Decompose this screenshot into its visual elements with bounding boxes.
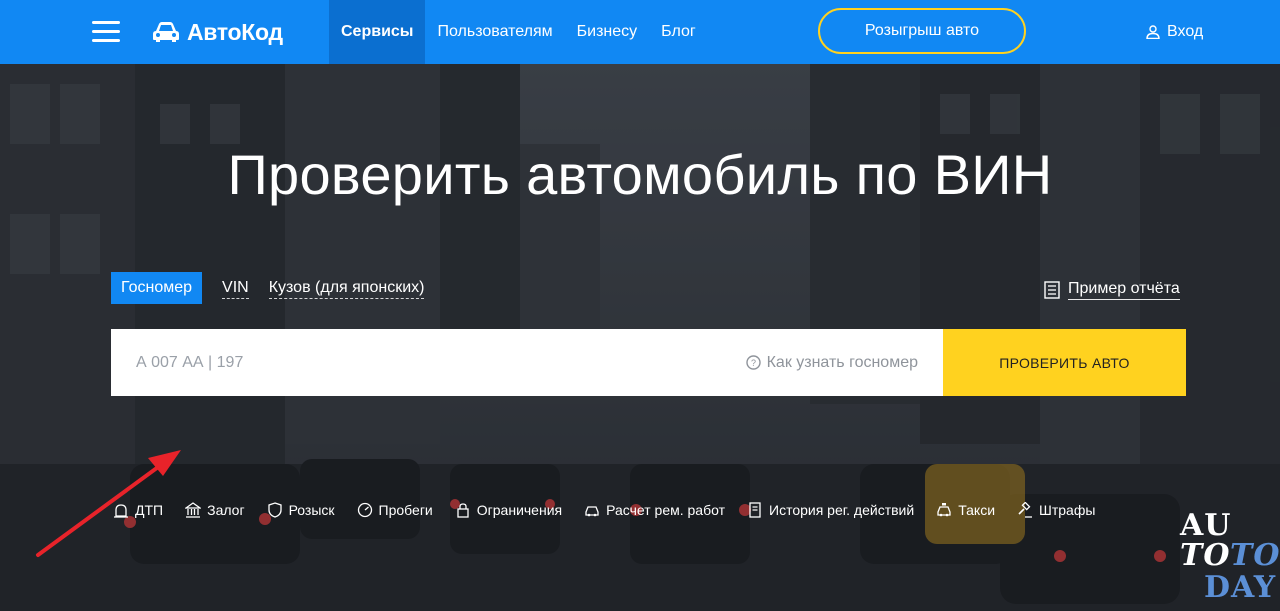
sample-report-label: Пример отчёта bbox=[1068, 279, 1180, 300]
service-label: Штрафы bbox=[1039, 502, 1096, 518]
taxi-icon bbox=[937, 503, 951, 517]
nav-item-blog[interactable]: Блог bbox=[649, 0, 708, 64]
promo-button[interactable]: Розыгрыш авто bbox=[818, 8, 1026, 54]
service-restrictions[interactable]: Ограничения bbox=[455, 502, 562, 518]
service-fines[interactable]: Штрафы bbox=[1017, 502, 1095, 518]
sample-report-link[interactable]: Пример отчёта bbox=[1044, 279, 1180, 300]
service-mileage[interactable]: Пробеги bbox=[357, 502, 433, 518]
car-repair-icon bbox=[585, 506, 599, 517]
service-repair-calc[interactable]: Расчет рем. работ bbox=[584, 502, 725, 518]
service-label: Пробеги bbox=[378, 502, 433, 518]
service-pledge[interactable]: Залог bbox=[185, 502, 245, 518]
service-registration-history[interactable]: История рег. действий bbox=[747, 502, 914, 518]
tab-body-number[interactable]: Кузов (для японских) bbox=[268, 278, 425, 299]
logo[interactable]: АвтоКод bbox=[152, 17, 283, 47]
watermark-line-3: DAY bbox=[1204, 570, 1277, 605]
plate-number-input[interactable] bbox=[136, 353, 746, 372]
watermark-logo: AU TO TO DAY bbox=[1174, 508, 1280, 611]
search-type-tabs: Госномер VIN Кузов (для японских) bbox=[111, 272, 444, 304]
login-label: Вход bbox=[1167, 23, 1204, 40]
nav-item-business[interactable]: Бизнесу bbox=[565, 0, 650, 64]
plate-hint-label: Как узнать госномер bbox=[766, 353, 918, 371]
service-taxi[interactable]: Такси bbox=[936, 502, 995, 518]
menu-icon[interactable] bbox=[92, 21, 120, 43]
shield-icon bbox=[267, 502, 282, 518]
check-car-button[interactable]: ПРОВЕРИТЬ АВТО bbox=[943, 329, 1186, 396]
watermark-line-2b: TO bbox=[1230, 538, 1280, 573]
document-icon bbox=[1044, 280, 1060, 299]
plate-search-form: ? Как узнать госномер ПРОВЕРИТЬ АВТО bbox=[111, 329, 1186, 396]
tab-vin[interactable]: VIN bbox=[222, 278, 249, 299]
top-navbar: АвтоКод Сервисы Пользователям Бизнесу Бл… bbox=[0, 0, 1280, 64]
tab-gosnomer[interactable]: Госномер bbox=[111, 272, 203, 304]
watermark-line-2a: TO bbox=[1180, 538, 1231, 573]
gavel-icon bbox=[1018, 502, 1033, 518]
nav-item-services[interactable]: Сервисы bbox=[329, 0, 426, 64]
user-icon bbox=[1146, 25, 1160, 39]
speedometer-icon bbox=[357, 502, 372, 518]
car-logo-icon bbox=[153, 22, 179, 42]
service-links: ДТП Залог Розыск Пробеги Ограничения Рас… bbox=[113, 502, 1095, 518]
service-wanted[interactable]: Розыск bbox=[267, 502, 335, 518]
service-label: Расчет рем. работ bbox=[606, 502, 725, 518]
question-circle-icon: ? bbox=[745, 355, 761, 370]
service-label: Розыск bbox=[288, 502, 335, 518]
search-box: ? Как узнать госномер bbox=[111, 329, 943, 396]
lock-icon bbox=[457, 503, 469, 518]
plate-hint-link[interactable]: ? Как узнать госномер bbox=[745, 353, 918, 372]
nav-item-users[interactable]: Пользователям bbox=[425, 0, 564, 64]
logo-text: АвтоКод bbox=[187, 18, 283, 45]
service-label: Ограничения bbox=[476, 502, 563, 518]
login-link[interactable]: Вход bbox=[1146, 21, 1203, 43]
service-label: Залог bbox=[207, 502, 245, 518]
document-icon bbox=[749, 502, 761, 518]
bank-icon bbox=[185, 502, 202, 518]
svg-text:?: ? bbox=[751, 358, 756, 368]
siren-icon bbox=[114, 504, 128, 518]
page-title: Проверить автомобиль по ВИН bbox=[227, 143, 1053, 206]
service-label: История рег. действий bbox=[769, 502, 915, 518]
service-accidents[interactable]: ДТП bbox=[113, 502, 163, 518]
service-label: ДТП bbox=[135, 502, 164, 518]
main-nav: Сервисы Пользователям Бизнесу Блог bbox=[329, 0, 708, 64]
service-label: Такси bbox=[958, 502, 996, 518]
